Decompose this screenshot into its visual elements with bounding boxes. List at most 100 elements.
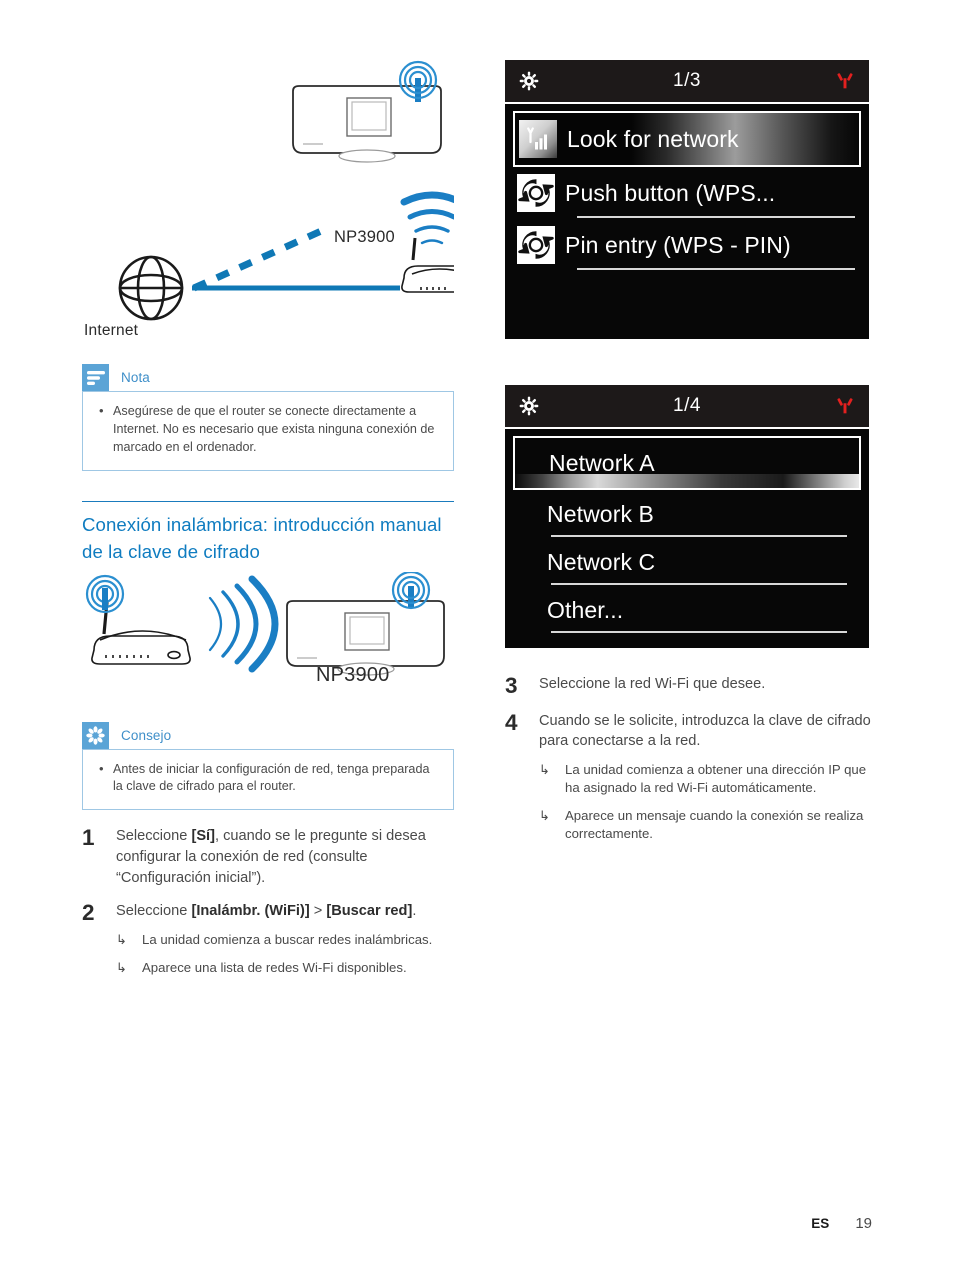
lcd-menu-item[interactable]: Look for network xyxy=(513,111,861,167)
step-body: Seleccione [Sí], cuando se le pregunte s… xyxy=(116,826,454,888)
step-text: Cuando se le solicite, introduzca la cla… xyxy=(539,712,871,750)
diagram-router-to-np3900: NP3900 xyxy=(82,571,454,686)
right-column: 1/3 Look for network Push button (WPS... P… xyxy=(505,60,877,866)
gear-icon[interactable] xyxy=(518,395,540,417)
step-body: Seleccione la red Wi-Fi que desee. xyxy=(539,674,877,698)
device-label-np3900-mid: NP3900 xyxy=(316,663,390,686)
steps-right: 3 Seleccione la red Wi-Fi que desee. 4 Cuan… xyxy=(505,674,877,853)
diagram-top-svg xyxy=(118,60,454,321)
internet-label: Internet xyxy=(84,322,139,339)
step-result-list: ↳ La unidad comienza a obtener una direcc… xyxy=(539,761,877,844)
icon-plate xyxy=(519,120,557,158)
step-text: Seleccione [Inalámbr. (WiFi)] > [Buscar … xyxy=(116,903,417,920)
lcd1-header: 1/3 xyxy=(505,60,869,104)
row-divider xyxy=(577,216,855,218)
diagram-mid-svg xyxy=(85,571,445,676)
row-divider xyxy=(551,631,847,633)
asterisk-star-icon xyxy=(82,721,109,749)
tip-callout: Consejo Antes de iniciar la configuració… xyxy=(82,721,454,811)
row-divider xyxy=(577,268,855,270)
lcd1-menu-list: Look for network Push button (WPS... Pin e… xyxy=(505,104,869,339)
step-body: Seleccione [Inalámbr. (WiFi)] > [Buscar … xyxy=(116,901,454,986)
tip-title: Consejo xyxy=(121,727,172,743)
lcd-network-item-label: Network C xyxy=(547,548,656,575)
note-callout-header: Nota xyxy=(82,364,454,391)
left-column: NP3900 Internet Nota Asegúrese de que el… xyxy=(82,60,454,999)
lcd-network-item[interactable]: Network C xyxy=(513,538,861,586)
lcd-network-item-label: Network B xyxy=(547,500,654,527)
wifi-router-icon xyxy=(401,237,454,293)
list-bottom-padding xyxy=(513,634,861,648)
step-result-item: ↳ Aparece una lista de redes Wi-Fi dispon… xyxy=(116,959,454,977)
result-text: La unidad comienza a buscar redes inalám… xyxy=(142,932,433,948)
router-antenna-rod xyxy=(102,587,108,610)
step-number: 4 xyxy=(505,709,518,735)
device-antenna-waves-icon xyxy=(391,571,431,609)
diagram-internet-router-np3900: NP3900 Internet xyxy=(82,60,454,360)
result-arrow-icon: ↳ xyxy=(539,807,551,823)
wps-icon xyxy=(517,174,555,212)
globe-icon xyxy=(118,255,184,321)
tip-callout-header: Consejo xyxy=(82,721,454,749)
lcd-network-item-label: Other... xyxy=(547,596,624,623)
note-title: Nota xyxy=(121,370,150,385)
lcd-network-item[interactable]: Network B xyxy=(513,490,861,538)
dashed-link xyxy=(192,224,330,292)
step-result-item: ↳ La unidad comienza a buscar redes inalá… xyxy=(116,931,454,949)
result-text: La unidad comienza a obtener una direcci… xyxy=(565,761,867,796)
step-item: 4 Cuando se le solicite, introduzca la cl… xyxy=(505,711,877,853)
lcd-menu-item-label: Push button (WPS... xyxy=(565,179,776,206)
wifi-waves-icon xyxy=(400,191,454,245)
gear-icon[interactable] xyxy=(518,70,540,92)
antenna-icon xyxy=(837,398,853,414)
lcd-menu-item[interactable]: Push button (WPS... xyxy=(513,167,861,219)
lcd-network-item[interactable]: Network A xyxy=(513,436,861,490)
result-text: Aparece una lista de redes Wi-Fi disponi… xyxy=(142,959,407,975)
lcd-screen-network-list: 1/4 Network A Network B Network C Other... xyxy=(505,385,869,648)
lcd-screen-network-setup: 1/3 Look for network Push button (WPS... P… xyxy=(505,60,869,339)
footer-language: ES xyxy=(811,1216,830,1231)
wps-icon xyxy=(517,226,555,264)
tip-body: Antes de iniciar la configuración de red… xyxy=(82,748,454,811)
step-number: 3 xyxy=(505,673,518,698)
manual-page: NP3900 Internet Nota Asegúrese de que el… xyxy=(0,0,954,1272)
section-divider xyxy=(82,500,454,502)
lcd2-network-list: Network A Network B Network C Other... xyxy=(505,429,869,648)
step-number: 1 xyxy=(82,825,95,851)
list-bottom-padding xyxy=(513,271,861,339)
note-lines-glyph xyxy=(86,370,105,385)
step-number: 2 xyxy=(82,900,95,926)
lcd2-title: 1/4 xyxy=(673,395,701,416)
note-item: Asegúrese de que el router se conecte di… xyxy=(97,402,439,457)
result-arrow-icon: ↳ xyxy=(116,959,128,975)
lcd-menu-item[interactable]: Pin entry (WPS - PIN) xyxy=(513,219,861,271)
row-divider xyxy=(551,583,847,585)
result-arrow-icon: ↳ xyxy=(539,761,551,777)
lcd2-header: 1/4 xyxy=(505,385,869,429)
lcd-menu-item-label: Pin entry (WPS - PIN) xyxy=(565,231,791,258)
step-item: 3 Seleccione la red Wi-Fi que desee. xyxy=(505,674,877,698)
signal-bars-icon xyxy=(527,127,547,150)
footer-page-number: 19 xyxy=(855,1215,872,1232)
page-title: Conexión inalámbrica: introducción manua… xyxy=(82,513,442,562)
note-lines-icon xyxy=(82,364,109,391)
steps-left: 1 Seleccione [Sí], cuando se le pregunte … xyxy=(82,826,454,986)
asterisk-star-glyph xyxy=(86,725,105,745)
antenna-icon xyxy=(837,73,853,89)
result-arrow-icon: ↳ xyxy=(116,932,128,948)
page-footer: ES 19 xyxy=(811,1215,872,1232)
lcd-network-item-label: Network A xyxy=(549,449,655,476)
device-label-np3900-top: NP3900 xyxy=(334,228,395,246)
step-result-item: ↳ La unidad comienza a obtener una direcc… xyxy=(539,761,877,798)
note-body: Asegúrese de que el router se conecte di… xyxy=(82,391,454,471)
step-body: Cuando se le solicite, introduzca la cla… xyxy=(539,711,877,853)
tip-item: Antes de iniciar la configuración de red… xyxy=(97,760,439,797)
step-result-item: ↳ Aparece un mensaje cuando la conexión s… xyxy=(539,807,877,844)
step-result-list: ↳ La unidad comienza a buscar redes inalá… xyxy=(116,931,454,977)
lcd-network-item[interactable]: Other... xyxy=(513,586,861,634)
step-item: 1 Seleccione [Sí], cuando se le pregunte … xyxy=(82,826,454,888)
note-callout: Nota Asegúrese de que el router se conec… xyxy=(82,364,454,471)
step-text: Seleccione [Sí], cuando se le pregunte s… xyxy=(116,828,426,886)
step-item: 2 Seleccione [Inalámbr. (WiFi)] > [Buscar… xyxy=(82,901,454,986)
step-text: Seleccione la red Wi-Fi que desee. xyxy=(539,676,766,692)
